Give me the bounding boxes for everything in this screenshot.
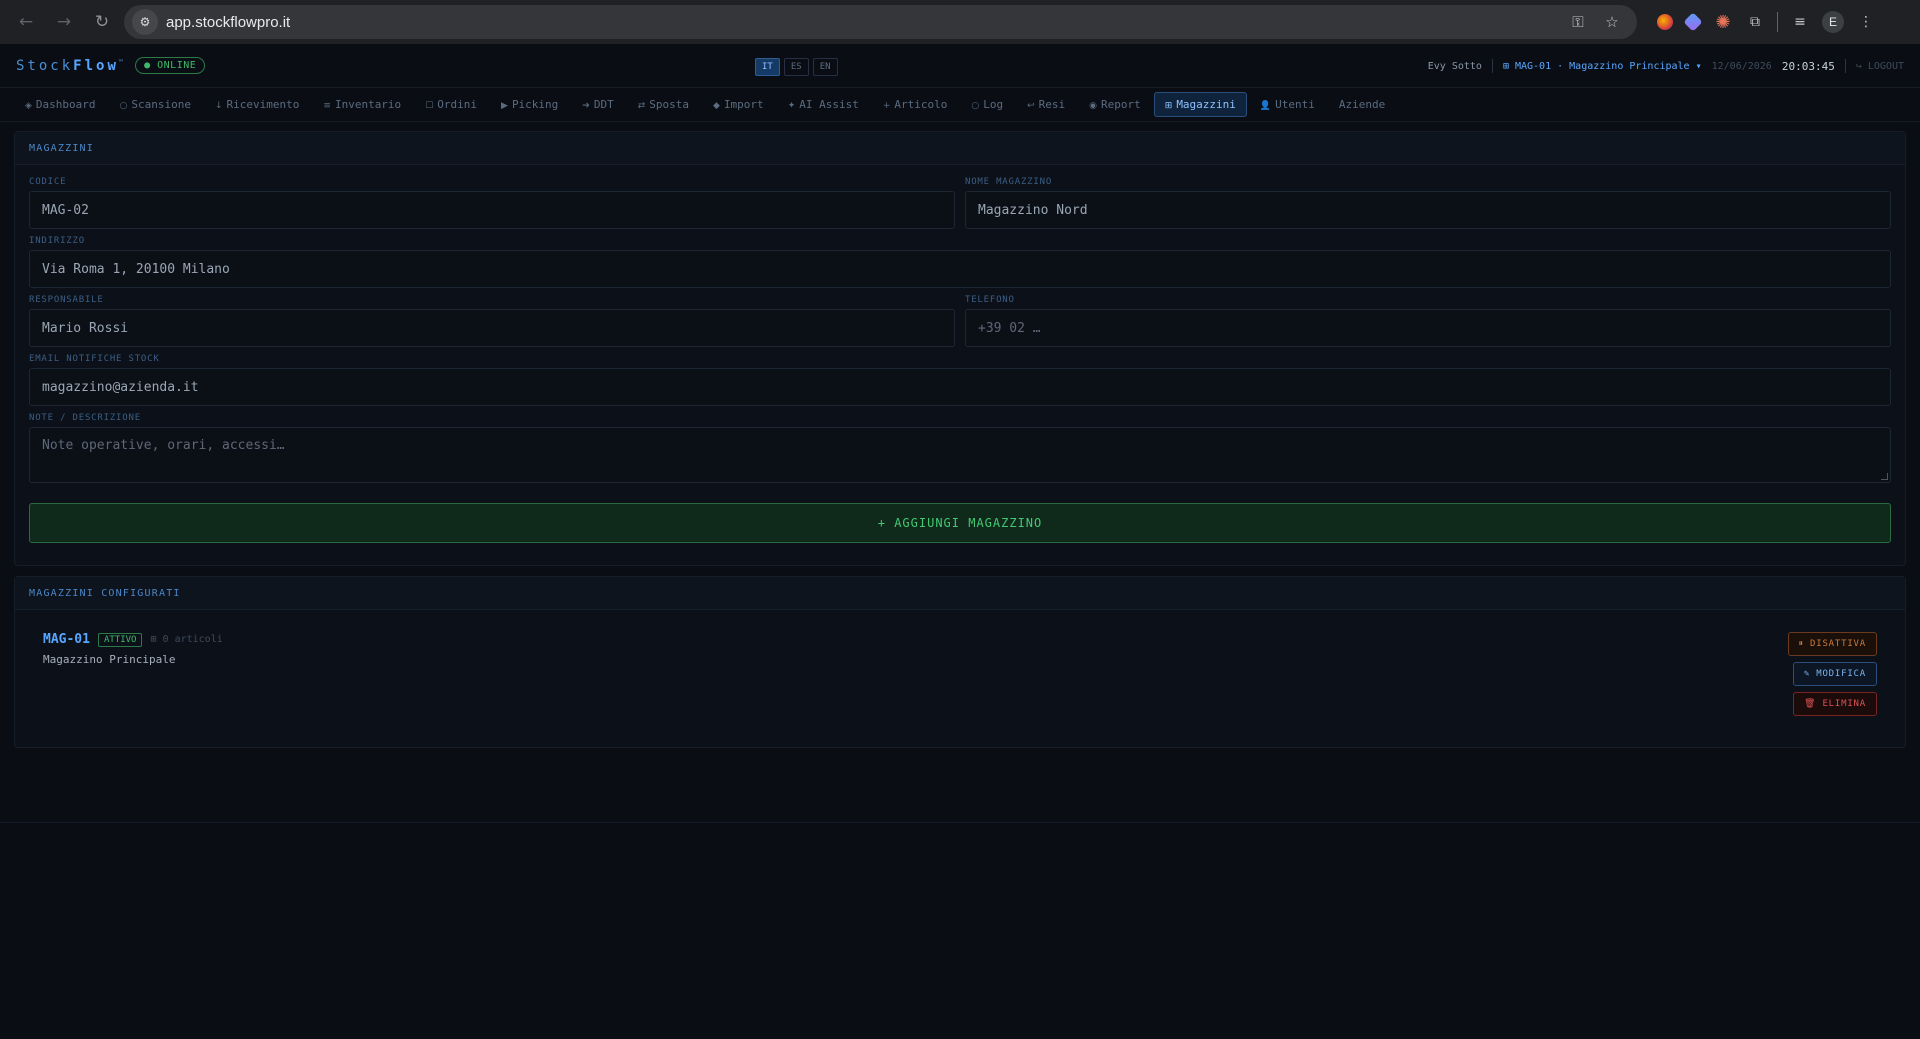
url-text[interactable]: app.stockflowpro.it [166,14,1557,31]
header-divider [1844,59,1846,73]
extensions-puzzle-icon[interactable]: ⧉ [1745,12,1765,32]
edit-button[interactable]: ✎ MODIFICA [1792,662,1877,686]
phone-label: TELEFONO [965,295,1015,305]
tab-picking[interactable]: ▶ Picking [490,92,569,117]
app-logo[interactable]: StockFlow™ [16,58,123,74]
browser-toolbar: ← → ↻ ⚙ app.stockflowpro.it ⚿ ☆ ✺ ⧉ ≡ E … [0,0,1920,44]
tab-log[interactable]: ○ Log [960,92,1014,117]
lang-en-button[interactable]: EN [812,58,838,76]
warehouse-form-panel: MAGAZZINI CODICE MAG-02 NOME MAGAZZINO M… [14,131,1906,566]
play-icon: ▶ [501,101,508,111]
online-status-badge: ● ONLINE [135,57,206,74]
list-item: MAG-01 ATTIVO ⊞ 0 articoli Magazzino Pri… [15,610,1905,747]
extension-icon[interactable] [1657,14,1673,30]
add-warehouse-button[interactable]: + AGGIUNGI MAGAZZINO [29,503,1891,543]
warehouse-selector[interactable]: ⊞ MAG-01 · Magazzino Principale ▾ [1503,61,1702,72]
clipboard-icon: ☐ [425,101,434,111]
delete-button[interactable]: 🗑 ELIMINA [1793,692,1877,716]
warehouse-name-input[interactable]: Magazzino Nord [965,191,1891,229]
password-key-icon[interactable]: ⚿ [1565,13,1591,31]
app-header: StockFlow™ ● ONLINE IT ES EN Evy Sotto ⊞… [0,44,1920,88]
profile-avatar[interactable]: E [1822,11,1844,33]
list-icon: ≡ [323,101,331,111]
header-divider [1491,59,1493,73]
tab-magazzini[interactable]: ⊞ Magazzini [1153,92,1247,117]
warehouse-code[interactable]: MAG-01 [43,632,90,647]
address-input[interactable]: Via Roma 1, 20100 Milano [29,250,1891,288]
lang-es-button[interactable]: ES [783,58,809,76]
tab-ai-assist[interactable]: ✦ AI Assist [777,92,870,117]
footer-divider [0,822,1920,823]
email-input[interactable]: magazzino@azienda.it [29,368,1891,406]
notes-textarea[interactable]: Note operative, orari, accessi… [29,427,1891,483]
forward-icon[interactable]: → [48,6,80,38]
tab-report[interactable]: ◉ Report [1078,92,1152,117]
lang-it-button[interactable]: IT [755,58,780,76]
reload-icon[interactable]: ↻ [86,6,118,38]
arrow-down-icon: ↓ [215,101,223,111]
warehouse-name: Magazzino Principale [43,653,176,666]
user-icon: 👤 [1259,101,1272,111]
address-label: INDIRIZZO [29,236,85,246]
phone-input[interactable]: +39 02 … [965,309,1891,347]
tab-ricevimento[interactable]: ↓ Ricevimento [204,92,310,117]
tab-utenti[interactable]: 👤 Utenti [1249,92,1326,117]
back-icon[interactable]: ← [10,6,42,38]
tab-import[interactable]: ◆ Import [702,92,775,117]
email-label: EMAIL NOTIFICHE STOCK [29,354,160,364]
tab-dashboard[interactable]: ◈ Dashboard [14,92,107,117]
notes-label: NOTE / DESCRIZIONE [29,413,141,423]
media-control-icon[interactable]: ≡ [1790,12,1810,32]
tab-articolo[interactable]: + Articolo [872,92,959,117]
current-time: 20:03:45 [1781,59,1835,73]
status-badge: ATTIVO [97,632,143,647]
manager-label: RESPONSABILE [29,295,104,305]
site-info-icon[interactable]: ⚙ [132,9,158,35]
arrow-right-icon: ➔ [582,101,590,111]
warehouse-grid-icon: ⊞ [1164,101,1173,111]
tab-sposta[interactable]: ⇄ Sposta [627,92,700,117]
extension-icon[interactable] [1683,12,1703,32]
browser-menu-icon[interactable]: ⋮ [1856,12,1876,32]
toolbar-divider [1777,12,1778,32]
code-input[interactable]: MAG-02 [29,191,955,229]
tab-scansione[interactable]: ○ Scansione [109,92,202,117]
article-count: ⊞ 0 articoli [150,634,223,645]
code-label: CODICE [29,177,67,187]
sparkle-icon: ✦ [787,101,796,111]
user-name: Evy Sotto [1427,60,1482,72]
tab-inventario[interactable]: ≡ Inventario [312,92,412,117]
tab-ordini[interactable]: ☐ Ordini [414,92,488,117]
plus-icon: + [882,101,891,111]
bookmark-star-icon[interactable]: ☆ [1599,13,1625,31]
scan-icon: ○ [119,101,128,111]
dashboard-icon: ◈ [25,101,32,111]
panel-title: MAGAZZINI CONFIGURATI [15,577,1905,610]
return-icon: ↩ [1027,101,1035,111]
tab-aziende[interactable]: Aziende [1328,92,1396,117]
clock-icon: ○ [971,101,980,111]
diamond-icon: ◆ [713,101,720,111]
configured-warehouses-panel: MAGAZZINI CONFIGURATI MAG-01 ATTIVO ⊞ 0 … [14,576,1906,748]
name-label: NOME MAGAZZINO [965,177,1053,187]
current-date: 12/06/2026 [1711,60,1772,72]
address-bar[interactable]: ⚙ app.stockflowpro.it ⚿ ☆ [124,5,1637,39]
panel-title: MAGAZZINI [15,132,1905,165]
tab-resi[interactable]: ↩ Resi [1016,92,1076,117]
main-tabs: ◈ Dashboard ○ Scansione ↓ Ricevimento ≡ Inve… [0,88,1920,122]
language-switcher: IT ES EN [755,58,838,76]
logout-button[interactable]: ↪ LOGOUT [1856,61,1904,72]
manager-input[interactable]: Mario Rossi [29,309,955,347]
deactivate-button[interactable]: ⏸ DISATTIVA [1787,632,1877,656]
extension-icon[interactable]: ✺ [1713,12,1733,33]
swap-icon: ⇄ [637,101,646,111]
report-icon: ◉ [1089,101,1098,111]
tab-ddt[interactable]: ➔ DDT [571,92,624,117]
